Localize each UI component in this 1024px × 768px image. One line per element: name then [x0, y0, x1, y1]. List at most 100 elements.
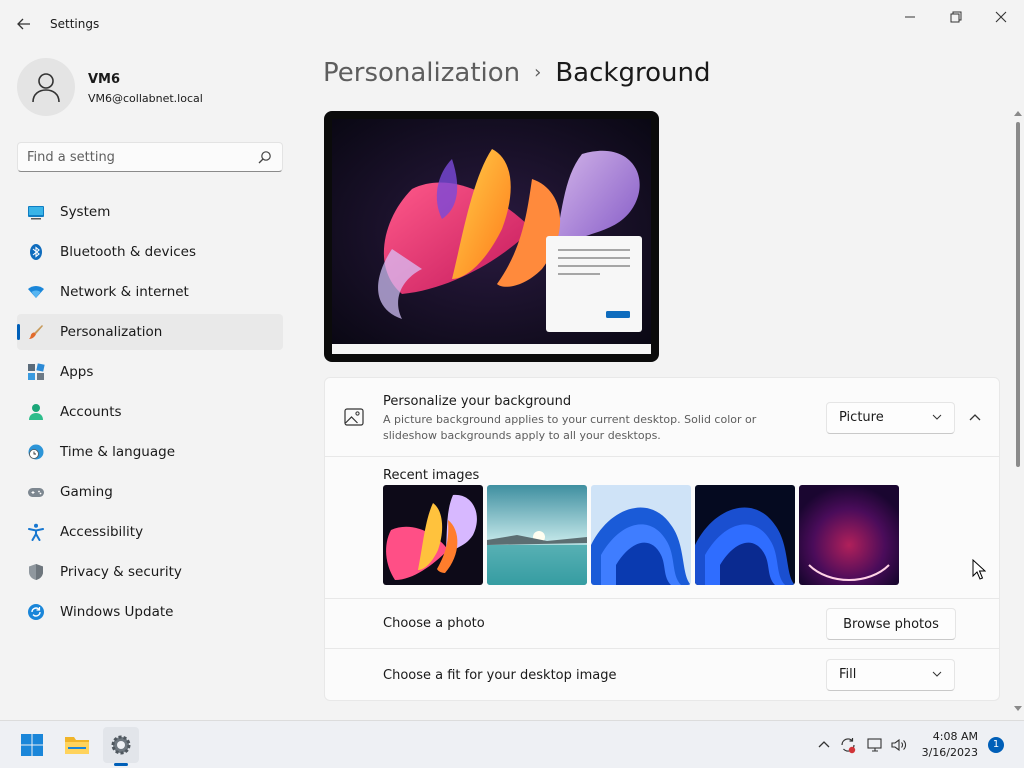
sidebar-item-label: Time & language	[60, 444, 176, 460]
sidebar-item-label: Bluetooth & devices	[60, 244, 197, 260]
brush-icon	[29, 325, 43, 339]
breadcrumb-parent[interactable]: Personalization	[323, 58, 520, 88]
scroll-down-icon[interactable]	[1014, 706, 1022, 712]
recent-image-2[interactable]	[487, 485, 587, 585]
shield-icon	[29, 564, 43, 580]
choose-photo-row: Choose a photo Browse photos	[324, 599, 1000, 649]
search-box[interactable]	[17, 142, 283, 172]
choose-fit-row: Choose a fit for your desktop image Fill	[324, 649, 1000, 701]
sidebar-item-system[interactable]: System	[17, 194, 283, 230]
sidebar-item-label: Windows Update	[60, 604, 174, 620]
choose-photo-label: Choose a photo	[383, 616, 485, 631]
update-icon	[28, 604, 44, 620]
background-description: A picture background applies to your cur…	[383, 413, 757, 442]
page-title: Background	[555, 58, 711, 88]
sidebar-item-label: Network & internet	[60, 284, 189, 300]
recent-image-5[interactable]	[799, 485, 899, 585]
choose-fit-label: Choose a fit for your desktop image	[383, 668, 617, 683]
sidebar-item-accessibility[interactable]: Accessibility	[17, 514, 283, 550]
sync-error-icon[interactable]	[839, 736, 857, 754]
back-arrow-icon[interactable]	[14, 14, 34, 34]
apps-icon	[28, 363, 45, 380]
chevron-up-icon[interactable]	[966, 409, 984, 427]
blue-bloom-dark-wallpaper	[695, 485, 795, 585]
search-icon[interactable]	[258, 150, 272, 164]
wifi-icon	[28, 286, 44, 298]
chevron-up-icon[interactable]	[815, 736, 833, 754]
sidebar-item-network[interactable]: Network & internet	[17, 274, 283, 310]
folder-icon	[65, 737, 89, 754]
system-clock[interactable]: 4:08 AM 3/16/2023	[916, 729, 978, 761]
settings-taskbar-button[interactable]	[103, 727, 139, 763]
chevron-down-icon	[932, 414, 942, 420]
user-name: VM6	[88, 72, 121, 87]
recent-image-1[interactable]	[383, 485, 483, 585]
background-type-dropdown[interactable]: Picture	[826, 402, 955, 434]
restore-icon[interactable]	[941, 8, 969, 26]
person-icon	[29, 404, 43, 420]
network-icon[interactable]	[866, 736, 884, 754]
scroll-up-icon[interactable]	[1014, 110, 1022, 116]
mouse-cursor-icon	[972, 559, 986, 580]
gear-icon	[111, 735, 131, 755]
breadcrumb: Personalization › Background	[323, 58, 710, 88]
browse-photos-button[interactable]: Browse photos	[826, 608, 956, 640]
user-email: VM6@collabnet.local	[88, 92, 203, 105]
recent-image-4[interactable]	[695, 485, 795, 585]
bluetooth-icon	[30, 244, 42, 260]
accessibility-icon	[28, 523, 44, 541]
monitor-icon	[28, 206, 44, 220]
title-bar: Settings	[0, 0, 1024, 48]
volume-icon[interactable]	[890, 736, 908, 754]
close-icon[interactable]	[987, 8, 1015, 26]
start-button[interactable]	[14, 727, 50, 763]
sidebar-item-label: Personalization	[60, 324, 163, 340]
recent-images-list	[383, 485, 899, 585]
breadcrumb-separator: ›	[534, 62, 542, 83]
preview-window-lines	[558, 249, 630, 318]
active-app-indicator	[114, 763, 128, 766]
sidebar-item-privacy-security[interactable]: Privacy & security	[17, 554, 283, 590]
sidebar-item-label: Accounts	[60, 404, 122, 420]
fit-dropdown[interactable]: Fill	[826, 659, 955, 691]
image-icon	[344, 408, 364, 426]
sidebar-item-label: Apps	[60, 364, 94, 380]
background-title: Personalize your background	[383, 394, 572, 409]
sidebar-item-windows-update[interactable]: Windows Update	[17, 594, 283, 630]
bloom-dark-wallpaper	[383, 485, 483, 585]
clock-date: 3/16/2023	[921, 746, 978, 759]
sidebar-item-time-language[interactable]: Time & language	[17, 434, 283, 470]
lake-sunrise-wallpaper	[487, 485, 587, 585]
app-title: Settings	[50, 17, 100, 31]
sidebar-item-label: Privacy & security	[60, 564, 182, 580]
search-input[interactable]	[18, 143, 248, 171]
sidebar-nav: System Bluetooth & devices Network & int…	[17, 194, 283, 634]
sidebar-item-personalization[interactable]: Personalization	[17, 314, 283, 350]
recent-images-title: Recent images	[383, 468, 480, 483]
avatar[interactable]	[17, 58, 75, 116]
sidebar-item-gaming[interactable]: Gaming	[17, 474, 283, 510]
recent-images-section: Recent images	[324, 457, 1000, 599]
sidebar-item-bluetooth[interactable]: Bluetooth & devices	[17, 234, 283, 270]
scrollbar-thumb[interactable]	[1016, 122, 1020, 467]
taskbar: 4:08 AM 3/16/2023 1	[0, 720, 1024, 768]
blue-bloom-wallpaper	[591, 485, 691, 585]
purple-glow-wallpaper	[799, 485, 899, 585]
person-icon	[32, 73, 60, 103]
chevron-down-icon	[932, 671, 942, 677]
sidebar-item-label: Gaming	[60, 484, 113, 500]
sidebar-item-apps[interactable]: Apps	[17, 354, 283, 390]
gamepad-icon	[28, 488, 44, 497]
desktop-preview	[324, 111, 659, 362]
sidebar-item-label: System	[60, 204, 111, 220]
scrollbar[interactable]	[1012, 110, 1024, 720]
personalize-background-row[interactable]: Personalize your background A picture ba…	[324, 377, 1000, 457]
clock-globe-icon	[28, 444, 44, 460]
notification-badge[interactable]: 1	[988, 737, 1004, 753]
windows-logo-icon	[21, 734, 43, 756]
sidebar-item-accounts[interactable]: Accounts	[17, 394, 283, 430]
file-explorer-button[interactable]	[59, 727, 95, 763]
sidebar-item-label: Accessibility	[60, 524, 144, 540]
minimize-icon[interactable]	[896, 8, 924, 26]
recent-image-3[interactable]	[591, 485, 691, 585]
